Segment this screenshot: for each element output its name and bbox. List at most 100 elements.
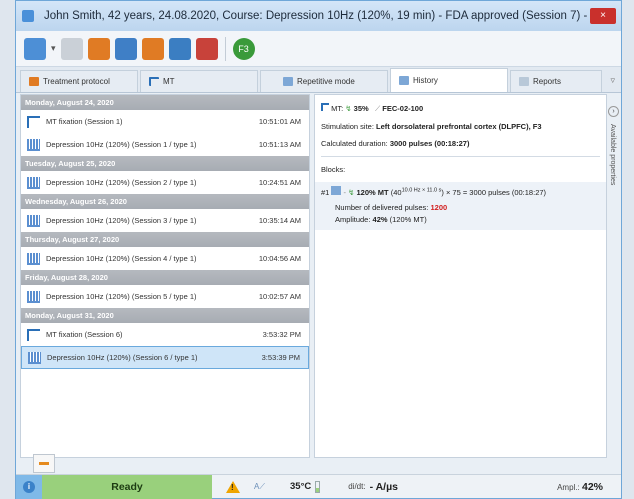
warning-icon[interactable]: ! xyxy=(226,480,240,493)
temperature-value: 35°C xyxy=(290,481,312,492)
block-formula-post: ) × 75 = 3000 pulses (00:18:27) xyxy=(441,188,547,197)
history-item-label: Depression 10Hz (120%) (Session 2 / type… xyxy=(46,178,197,187)
tab-label: MT xyxy=(163,77,175,86)
history-item-time: 10:02:57 AM xyxy=(258,292,301,301)
course-icon[interactable] xyxy=(87,37,110,60)
mt-icon xyxy=(321,103,329,111)
coil-icon: ⟋ xyxy=(374,104,381,113)
reports-icon xyxy=(519,77,529,86)
tab-repetitive-mode[interactable]: Repetitive mode xyxy=(260,70,388,92)
history-item[interactable]: Depression 10Hz (120%) (Session 4 / type… xyxy=(21,247,309,270)
duration-value: 3000 pulses (00:18:27) xyxy=(389,139,470,148)
coil-status-icon: A⟋ xyxy=(254,481,265,491)
history-item[interactable]: Depression 10Hz (120%) (Session 5 / type… xyxy=(21,285,309,308)
block-row[interactable]: #1 - ↯ 120% MT (4010.0 Hz × 11.0 s) × 75… xyxy=(315,182,606,230)
tab-history[interactable]: History xyxy=(390,68,508,92)
session-icon xyxy=(27,176,40,189)
delete-icon[interactable] xyxy=(195,37,218,60)
repetitive-icon xyxy=(283,77,293,86)
app-icon xyxy=(22,10,34,22)
tab-treatment-protocol[interactable]: Treatment protocol xyxy=(20,70,138,92)
history-item-time: 10:35:14 AM xyxy=(258,216,301,225)
protocol-icon xyxy=(29,77,39,86)
amplitude-status: Ampl.: 42% xyxy=(557,481,603,493)
window-title: John Smith, 42 years, 24.08.2020, Course… xyxy=(44,10,590,22)
session-icon xyxy=(27,252,40,265)
date-group-header: Tuesday, August 25, 2020 xyxy=(21,156,309,171)
delivered-label: Number of delivered pulses: xyxy=(335,203,429,212)
date-group-header: Monday, August 31, 2020 xyxy=(21,308,309,323)
history-item-label: Depression 10Hz (120%) (Session 5 / type… xyxy=(46,292,197,301)
history-item[interactable]: Depression 10Hz (120%) (Session 3 / type… xyxy=(21,209,309,232)
info-button[interactable]: i xyxy=(16,474,42,499)
block-summary: #1 - ↯ 120% MT (4010.0 Hz × 11.0 s) × 75… xyxy=(321,186,602,197)
details-panel: MT: ↯ 35% ⟋ FEC-02-100 Stimulation site:… xyxy=(314,94,607,458)
delivered-value: 1200 xyxy=(430,203,448,212)
history-item-time: 10:51:01 AM xyxy=(258,117,301,126)
import-icon[interactable] xyxy=(141,37,164,60)
chevron-down-icon[interactable]: ▾ xyxy=(51,43,56,54)
coil-value: FEC-02-100 xyxy=(382,104,424,113)
history-item[interactable]: MT fixation (Session 1) 10:51:01 AM xyxy=(21,110,309,133)
minus-icon xyxy=(39,462,49,465)
f3-icon[interactable]: F3 xyxy=(232,37,255,60)
block-formula-sup: 10.0 Hz × 11.0 s xyxy=(401,187,442,194)
dash-icon: - xyxy=(343,188,347,197)
site-label: Stimulation site: xyxy=(321,122,374,131)
duration-label: Calculated duration: xyxy=(321,139,388,148)
available-properties-label[interactable]: Available properties xyxy=(609,124,616,185)
content-area: Monday, August 24, 2020 MT fixation (Sess… xyxy=(20,94,607,458)
session-icon xyxy=(27,138,40,151)
tab-label: Treatment protocol xyxy=(43,77,110,86)
block-formula-pre: (40 xyxy=(390,188,402,197)
patient-icon[interactable] xyxy=(24,37,46,60)
didt-value: - A/µs xyxy=(369,480,398,493)
delivered-line: Number of delivered pulses: 1200 xyxy=(335,203,602,212)
history-item[interactable]: Depression 10Hz (120%) (Session 2 / type… xyxy=(21,171,309,194)
history-item-label: Depression 10Hz (120%) (Session 4 / type… xyxy=(46,254,197,263)
history-item[interactable]: Depression 10Hz (120%) (Session 6 / type… xyxy=(21,346,309,369)
tab-bar: Treatment protocol MT Repetitive mode Hi… xyxy=(16,67,621,93)
history-item-label: Depression 10Hz (120%) (Session 1 / type… xyxy=(46,140,197,149)
toolbar: ▾ F3 xyxy=(16,31,621,67)
tab-label: History xyxy=(413,76,438,85)
blocks-label: Blocks: xyxy=(321,165,346,174)
amplitude-line: Amplitude: 42% (120% MT) xyxy=(335,215,602,224)
block-number: #1 xyxy=(321,188,330,197)
history-list: Monday, August 24, 2020 MT fixation (Sess… xyxy=(20,94,310,458)
mt-value: 35% xyxy=(353,104,369,113)
title-bar: John Smith, 42 years, 24.08.2020, Course… xyxy=(16,1,621,31)
ampl-value: 42% xyxy=(581,480,603,493)
history-item[interactable]: Depression 10Hz (120%) (Session 1 / type… xyxy=(21,133,309,156)
remove-button[interactable] xyxy=(33,454,55,473)
mt-fixation-icon xyxy=(27,328,40,341)
pulse-icon: ↯ xyxy=(348,188,355,197)
date-group-header: Monday, August 24, 2020 xyxy=(21,95,309,110)
pulse-icon: ↯ xyxy=(345,104,352,113)
tab-mt[interactable]: MT xyxy=(140,70,258,92)
history-item-label: Depression 10Hz (120%) (Session 3 / type… xyxy=(46,216,197,225)
expand-icon[interactable]: › xyxy=(608,106,619,117)
history-icon xyxy=(399,76,409,85)
amplitude-value: 42% xyxy=(372,215,388,224)
tabs-overflow-icon[interactable]: ▿ xyxy=(610,75,615,86)
history-item-time: 10:04:56 AM xyxy=(258,254,301,263)
tab-label: Reports xyxy=(533,77,562,86)
history-item-label: MT fixation (Session 6) xyxy=(46,330,123,339)
disabled-icon xyxy=(60,37,83,60)
ampl-label: Ampl.: xyxy=(557,482,580,492)
history-item-label: MT fixation (Session 1) xyxy=(46,117,123,126)
status-ready: Ready xyxy=(42,474,212,499)
amplitude-label: Amplitude: xyxy=(335,215,371,224)
history-item[interactable]: MT fixation (Session 6) 3:53:32 PM xyxy=(21,323,309,346)
date-group-header: Friday, August 28, 2020 xyxy=(21,270,309,285)
site-line: Stimulation site: Left dorsolateral pref… xyxy=(321,122,600,131)
tab-reports[interactable]: Reports xyxy=(510,70,602,92)
document-icon[interactable] xyxy=(168,37,191,60)
history-item-label: Depression 10Hz (120%) (Session 6 / type… xyxy=(47,353,198,362)
close-button[interactable]: × xyxy=(590,8,616,24)
history-item-time: 10:24:51 AM xyxy=(258,178,301,187)
available-properties-panel[interactable]: › Available properties xyxy=(607,94,621,458)
export-icon[interactable] xyxy=(114,37,137,60)
mt-icon xyxy=(149,77,159,86)
